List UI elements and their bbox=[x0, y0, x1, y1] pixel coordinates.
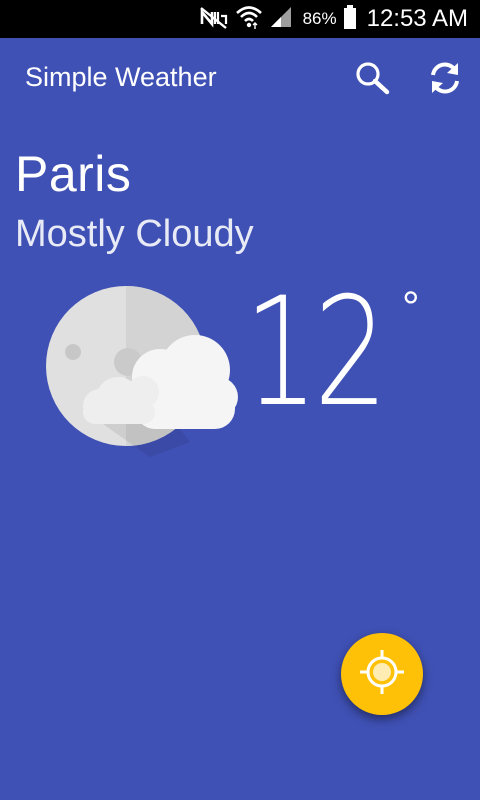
weather-condition: Mostly Cloudy bbox=[15, 213, 254, 255]
battery-percent: 86% bbox=[302, 9, 337, 28]
clock: 12:53 AM bbox=[366, 5, 468, 32]
degree-symbol: ° bbox=[402, 283, 420, 332]
city-name: Paris bbox=[15, 146, 132, 202]
search-icon bbox=[354, 60, 390, 101]
refresh-button[interactable] bbox=[423, 58, 467, 102]
wifi-icon bbox=[235, 4, 263, 35]
my-location-button[interactable] bbox=[341, 633, 423, 715]
status-icons: 86% 12:53 AM bbox=[193, 0, 468, 38]
temperature-text: 12 bbox=[244, 266, 388, 440]
my-location-icon bbox=[357, 647, 407, 702]
temperature-value: 12 bbox=[244, 266, 388, 440]
status-bar: 86% 12:53 AM bbox=[0, 0, 480, 38]
refresh-icon bbox=[427, 60, 463, 101]
app-bar: Simple Weather bbox=[0, 38, 480, 124]
no-signal-icon bbox=[199, 4, 229, 35]
search-button[interactable] bbox=[350, 58, 394, 102]
battery-icon bbox=[343, 4, 357, 35]
cell-signal-icon bbox=[269, 5, 293, 34]
app-title: Simple Weather bbox=[25, 62, 217, 92]
moon-with-clouds-icon bbox=[40, 282, 240, 457]
